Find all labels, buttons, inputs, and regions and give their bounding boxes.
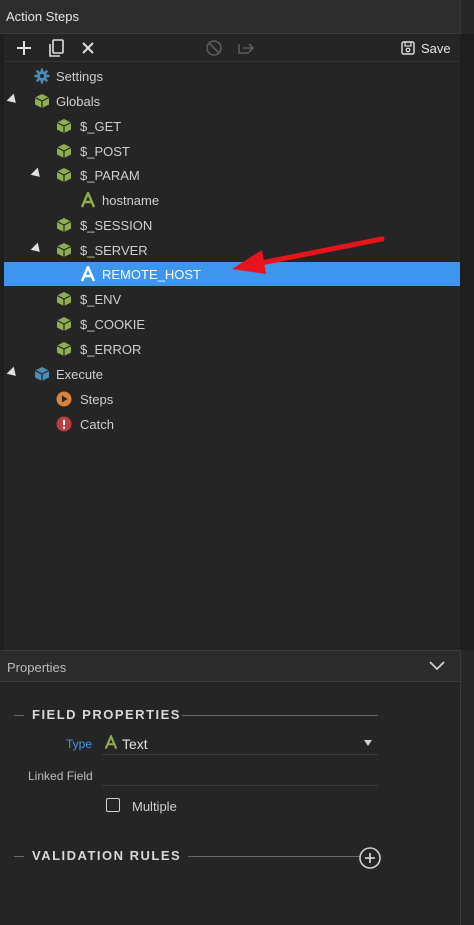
plus-circle-icon xyxy=(359,847,381,869)
validation-rules-section: VALIDATION RULES xyxy=(14,848,384,864)
cube-icon xyxy=(34,93,50,109)
tree-item-steps[interactable]: Steps xyxy=(4,387,460,411)
toolbar: Save xyxy=(4,34,460,62)
cube-icon xyxy=(56,217,72,233)
move-button[interactable] xyxy=(234,36,258,60)
tree-item-label: $_PARAM xyxy=(80,168,140,183)
section-title: VALIDATION RULES xyxy=(32,848,182,863)
dropdown-arrow-icon[interactable] xyxy=(364,740,372,746)
tree-item-label: $_COOKIE xyxy=(80,317,146,332)
tree-item-label: $_POST xyxy=(80,144,130,159)
cube-icon xyxy=(56,143,72,159)
properties-panel: FIELD PROPERTIES Type Text Linked Field … xyxy=(0,682,460,925)
tree-item-settings[interactable]: Settings xyxy=(4,64,460,88)
tree-item-label: $_ERROR xyxy=(80,342,142,357)
linked-field-label: Linked Field xyxy=(28,769,93,783)
save-icon xyxy=(401,41,415,55)
tree-item-hostname[interactable]: hostname xyxy=(4,188,460,212)
expanded-caret-icon[interactable] xyxy=(6,93,20,107)
tree-item-globals[interactable]: Globals xyxy=(4,89,460,113)
tree-item-execute[interactable]: Execute xyxy=(4,362,460,386)
field-properties-section: FIELD PROPERTIES xyxy=(14,707,384,723)
tree-item-cookie[interactable]: $_COOKIE xyxy=(4,312,460,336)
save-button[interactable]: Save xyxy=(400,37,451,59)
tree-item-label: $_ENV xyxy=(80,292,122,307)
cube-icon xyxy=(56,242,72,258)
tree-item-label: Execute xyxy=(56,367,103,382)
tree-item-error[interactable]: $_ERROR xyxy=(4,337,460,361)
tree-item-label: Globals xyxy=(56,94,101,109)
disable-icon xyxy=(206,40,222,56)
gear-icon xyxy=(34,68,50,84)
expanded-caret-icon[interactable] xyxy=(30,167,44,181)
tree-item-label: hostname xyxy=(102,193,160,208)
chevron-down-icon[interactable] xyxy=(428,659,446,676)
exclamation-circle-icon xyxy=(56,416,72,432)
text-a-icon xyxy=(80,192,96,208)
section-divider xyxy=(14,715,24,716)
delete-button[interactable] xyxy=(76,36,100,60)
close-icon xyxy=(82,42,94,54)
tree-item-label: Steps xyxy=(80,392,114,407)
panel-title: Action Steps xyxy=(6,9,79,24)
save-label: Save xyxy=(421,40,451,56)
cube-icon xyxy=(56,316,72,332)
tree-item-post[interactable]: $_POST xyxy=(4,139,460,163)
add-validation-rule-button[interactable] xyxy=(358,846,382,873)
properties-header[interactable]: Properties xyxy=(0,650,460,682)
tree-item-label: $_SERVER xyxy=(80,243,148,258)
properties-title: Properties xyxy=(7,660,67,675)
tree-item-label: Settings xyxy=(56,69,103,84)
cube-icon xyxy=(56,167,72,183)
linked-field-input[interactable] xyxy=(102,764,378,786)
annotation-arrow xyxy=(226,232,386,281)
expanded-caret-icon[interactable] xyxy=(6,366,20,380)
move-icon xyxy=(238,43,255,54)
disable-button[interactable] xyxy=(202,36,226,60)
tree-item-get[interactable]: $_GET xyxy=(4,114,460,138)
plus-icon xyxy=(17,41,31,55)
cube-icon xyxy=(34,366,50,382)
tree-item-param[interactable]: $_PARAM xyxy=(4,163,460,187)
tree-item-label: $_SESSION xyxy=(80,218,153,233)
multiple-label: Multiple xyxy=(132,799,177,814)
tree-item-label: $_GET xyxy=(80,119,122,134)
text-a-icon xyxy=(104,733,118,753)
tree-item-label: REMOTE_HOST xyxy=(102,267,201,282)
multiple-checkbox[interactable] xyxy=(106,798,120,812)
section-divider xyxy=(14,856,24,857)
section-divider xyxy=(182,715,378,716)
section-divider xyxy=(188,856,360,857)
tree-item-env[interactable]: $_ENV xyxy=(4,287,460,311)
play-circle-icon xyxy=(56,391,72,407)
cube-icon xyxy=(56,291,72,307)
text-a-icon xyxy=(80,266,96,282)
type-value: Text xyxy=(122,736,148,752)
duplicate-button[interactable] xyxy=(44,36,68,60)
panel-titlebar: Action Steps xyxy=(0,0,474,34)
action-steps-tree: Settings Globals $_GET $_POST $_PARAM ho… xyxy=(4,62,460,650)
copy-icon xyxy=(49,39,64,57)
properties-edge xyxy=(460,650,474,925)
tree-item-label: Catch xyxy=(80,417,114,432)
add-step-button[interactable] xyxy=(12,36,36,60)
tree-item-catch[interactable]: Catch xyxy=(4,412,460,436)
titlebar-edge xyxy=(460,0,474,34)
cube-icon xyxy=(56,118,72,134)
cube-icon xyxy=(56,341,72,357)
type-select[interactable]: Text xyxy=(102,733,378,755)
expanded-caret-icon[interactable] xyxy=(30,242,44,256)
type-label: Type xyxy=(66,737,93,751)
section-title: FIELD PROPERTIES xyxy=(32,707,181,722)
